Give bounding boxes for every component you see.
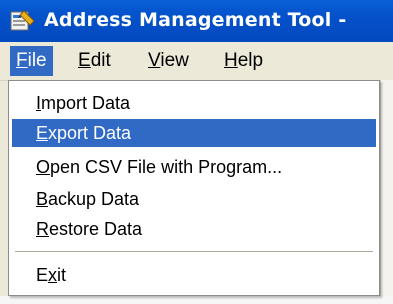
menu-help-accel: H (224, 50, 238, 71)
menu-item-accel: R (36, 219, 49, 239)
menu-help-rest: elp (237, 50, 264, 71)
background-list-row (0, 296, 393, 304)
menu-edit-rest: dit (90, 50, 111, 71)
menu-file-accel: F (16, 50, 28, 71)
menu-item-pre: E (36, 265, 49, 285)
menu-view-accel: V (148, 50, 161, 71)
menu-edit[interactable]: Edit (72, 46, 117, 76)
menu-edit-accel: E (78, 50, 91, 71)
menu-item-import-data[interactable]: Import Data (12, 89, 376, 117)
menu-help[interactable]: Help (218, 46, 269, 76)
menu-file[interactable]: File (10, 46, 53, 76)
menu-item-open-csv[interactable]: Open CSV File with Program... (12, 153, 376, 181)
menu-item-rest: mport Data (41, 93, 131, 113)
menu-item-rest: xport Data (48, 123, 132, 143)
menu-separator (15, 251, 373, 252)
file-menu-dropdown: Import Data Export Data Open CSV File wi… (8, 80, 380, 296)
address-book-app-icon[interactable] (10, 9, 36, 33)
menu-item-accel: O (36, 157, 51, 177)
menu-item-accel: B (36, 189, 49, 209)
menu-bar: File Edit View Help (0, 42, 393, 81)
menu-item-rest: estore Data (49, 219, 143, 239)
title-bar[interactable]: Address Management Tool - (0, 0, 393, 42)
menu-item-export-data[interactable]: Export Data (12, 119, 376, 147)
menu-item-rest: it (57, 265, 67, 285)
menu-view[interactable]: View (142, 46, 195, 76)
menu-item-rest: ackup Data (48, 189, 140, 209)
menu-item-rest: pen CSV File with Program... (50, 157, 283, 177)
menu-item-accel: E (36, 123, 49, 143)
menu-view-rest: iew (160, 50, 189, 71)
menu-item-exit[interactable]: Exit (12, 261, 376, 289)
menu-file-rest: ile (27, 50, 47, 71)
window-title: Address Management Tool - (44, 9, 347, 31)
background-window-edge (380, 80, 393, 304)
menu-item-backup-data[interactable]: Backup Data (12, 185, 376, 213)
menu-item-restore-data[interactable]: Restore Data (12, 215, 376, 243)
menu-item-accel: x (48, 265, 58, 285)
